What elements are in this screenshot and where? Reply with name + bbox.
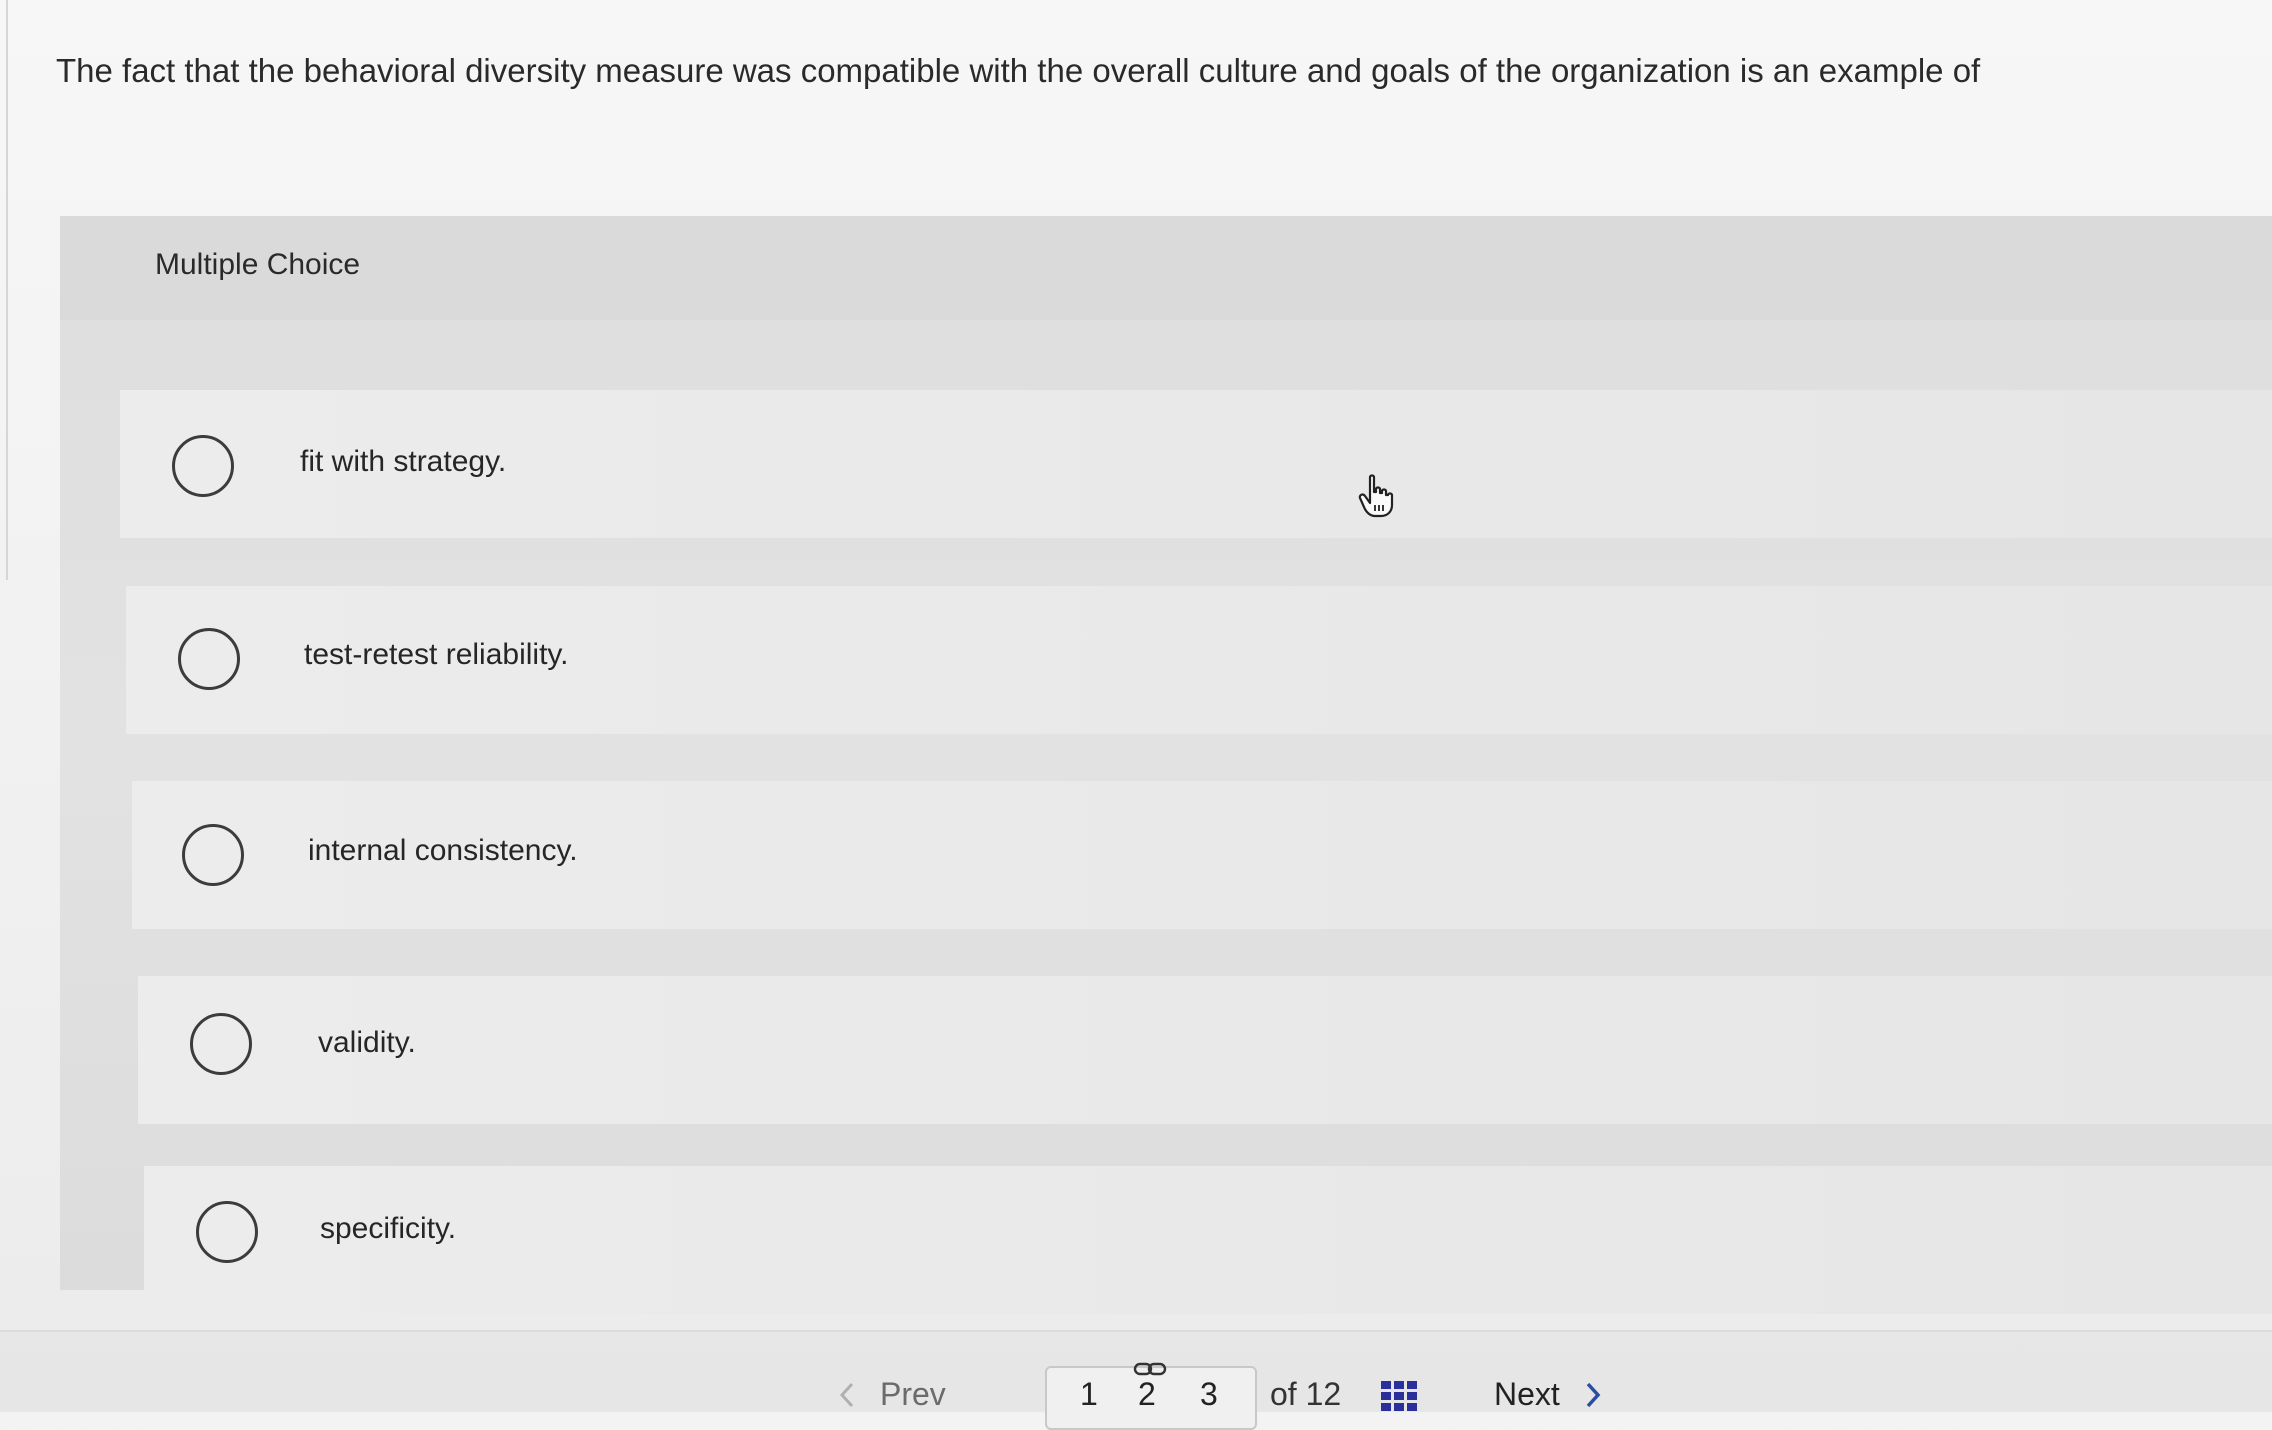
page-number-3[interactable]: 3: [1200, 1376, 1218, 1413]
choice-option-label: specificity.: [320, 1212, 457, 1245]
radio-button[interactable]: [178, 628, 240, 690]
choice-option-label: fit with strategy.: [300, 445, 507, 478]
left-edge-divider: [0, 0, 8, 580]
next-label: Next: [1494, 1376, 1560, 1412]
radio-button[interactable]: [190, 1013, 252, 1075]
choice-type-label: Multiple Choice: [155, 248, 361, 281]
choice-option-5[interactable]: specificity.: [144, 1166, 2272, 1314]
radio-button[interactable]: [182, 824, 244, 886]
question-panel: The fact that the behavioral diversity m…: [0, 0, 2272, 1332]
page-total-label: of 12: [1270, 1376, 1342, 1412]
page-number-1[interactable]: 1: [1080, 1376, 1098, 1413]
chevron-right-icon: [1586, 1382, 1601, 1407]
question-prompt: The fact that the behavioral diversity m…: [56, 52, 1981, 89]
choice-option-2[interactable]: test-retest reliability.: [126, 586, 2272, 734]
choice-option-1[interactable]: fit with strategy.: [120, 390, 2272, 538]
choice-option-3[interactable]: internal consistency.: [132, 781, 2272, 929]
choice-option-4[interactable]: validity.: [138, 976, 2272, 1124]
prev-button[interactable]: Prev: [838, 1376, 946, 1413]
page-number-2[interactable]: 2: [1138, 1376, 1156, 1413]
grid-icon[interactable]: [1380, 1380, 1418, 1412]
next-button[interactable]: Next: [1494, 1376, 1602, 1413]
pointer-hand-icon: [1358, 474, 1394, 518]
choice-option-label: validity.: [318, 1026, 416, 1059]
pagination-bar: Prev 1 2 3 of 12 Next: [0, 1332, 2272, 1430]
radio-button[interactable]: [196, 1201, 258, 1263]
multiple-choice-card: Multiple Choice fit with strategy. test-…: [60, 216, 2272, 1314]
choice-header: Multiple Choice: [60, 216, 2272, 320]
radio-button[interactable]: [172, 435, 234, 497]
chevron-left-icon: [839, 1382, 854, 1407]
prev-label: Prev: [880, 1376, 946, 1412]
choice-option-label: test-retest reliability.: [304, 638, 569, 671]
choice-option-label: internal consistency.: [308, 834, 578, 867]
